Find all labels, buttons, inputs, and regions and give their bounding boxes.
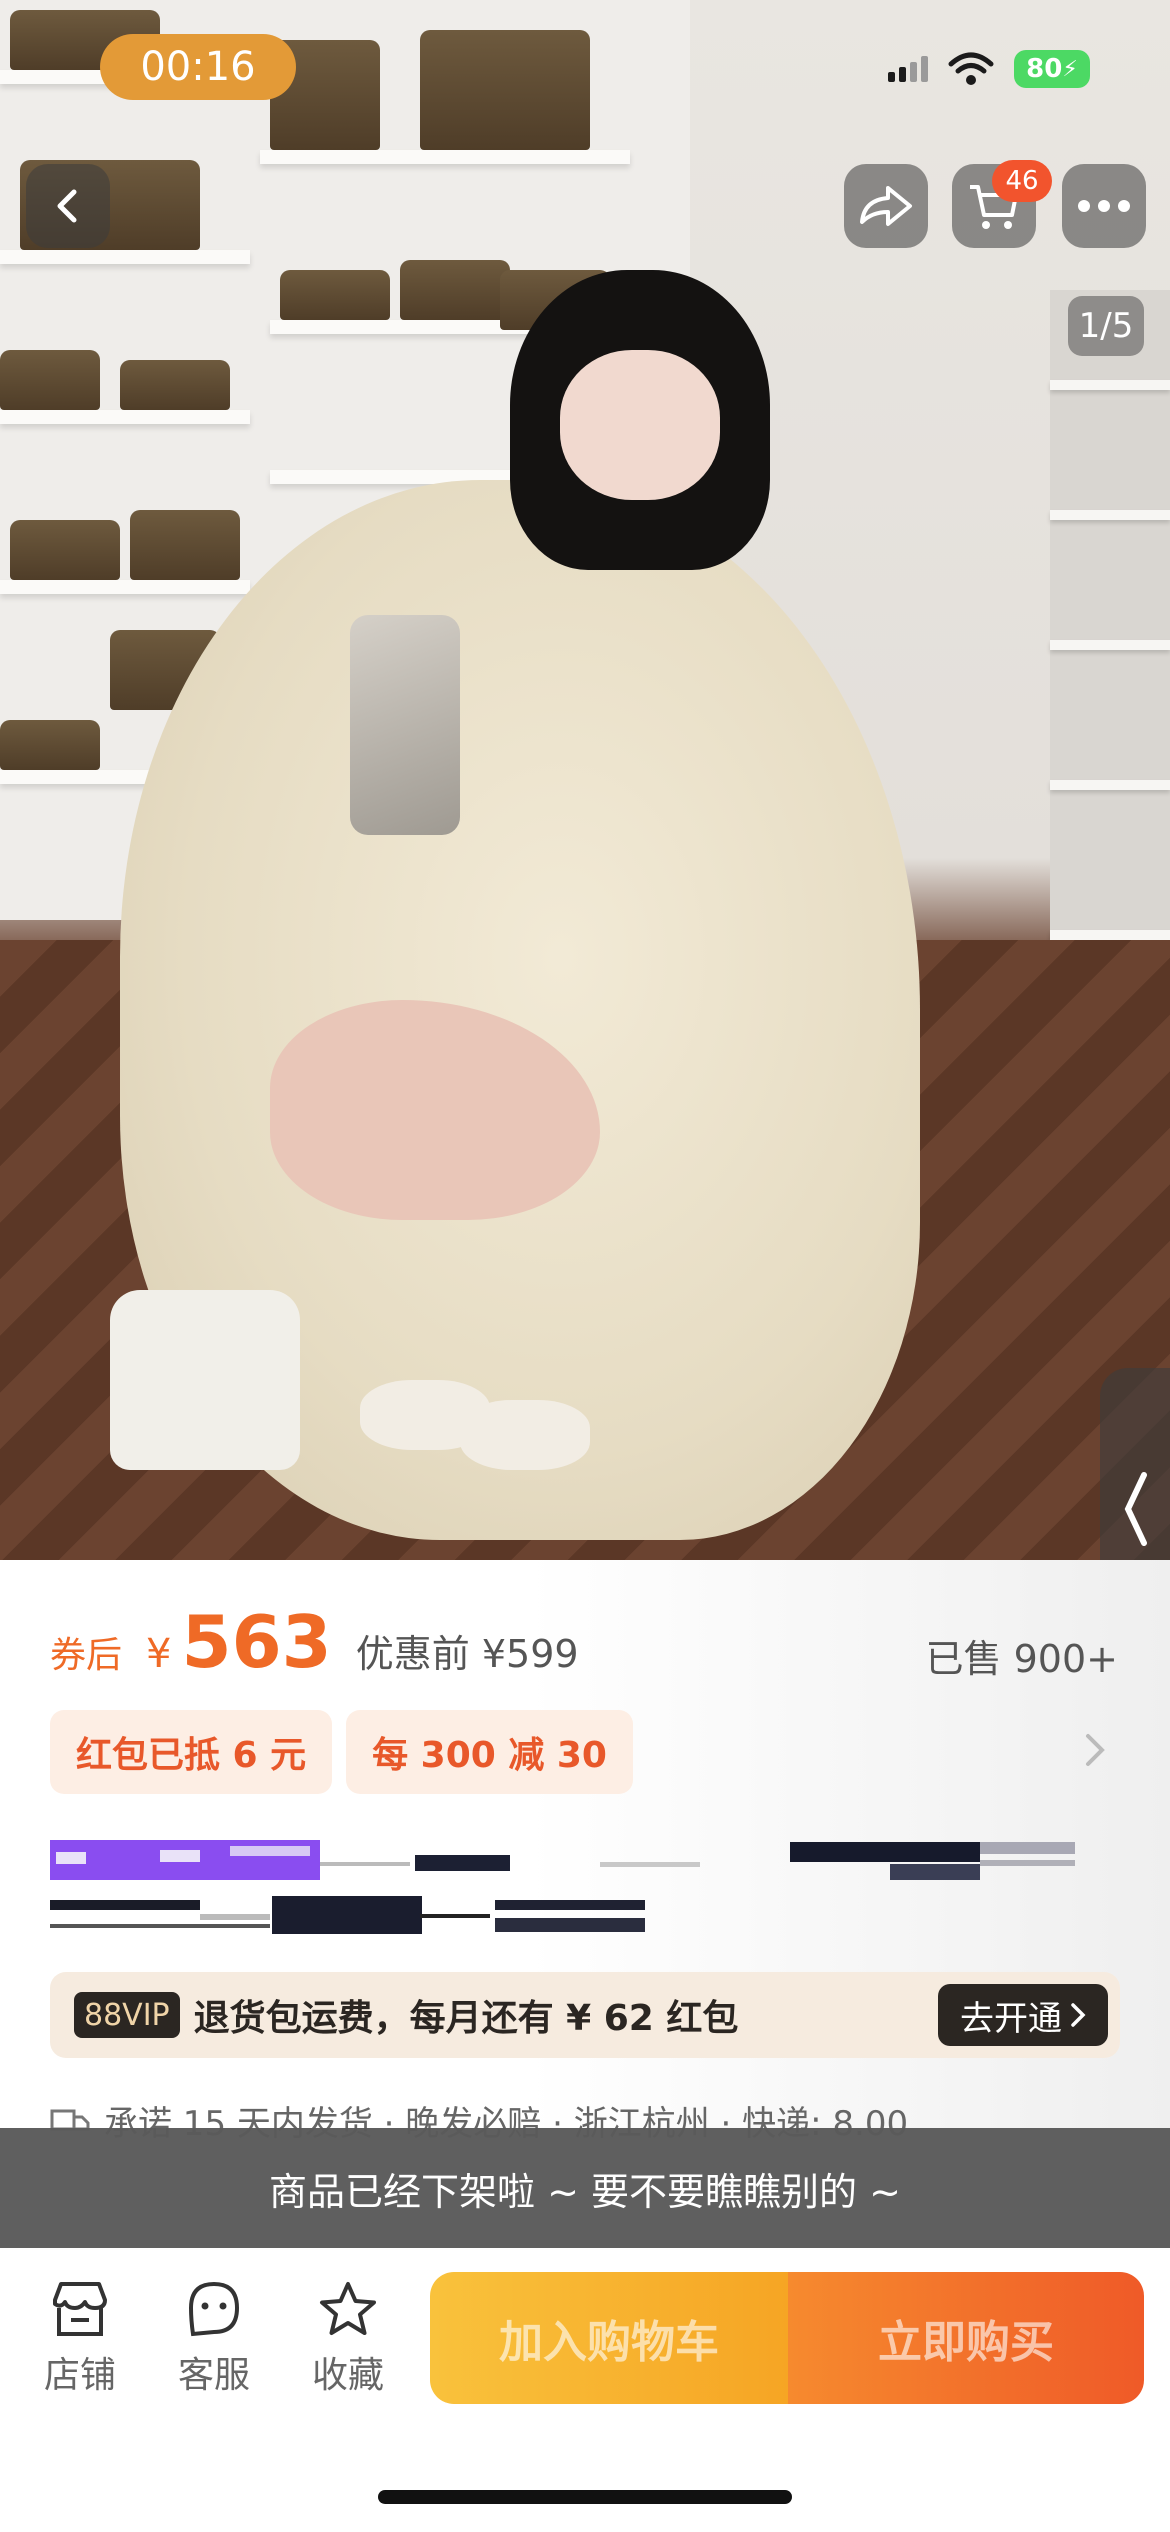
model-face bbox=[560, 350, 720, 500]
service-button[interactable]: 客服 bbox=[164, 2280, 264, 2398]
shop-button[interactable]: 店铺 bbox=[30, 2280, 130, 2398]
add-to-cart-button[interactable]: 加入购物车 bbox=[430, 2272, 788, 2404]
vip-banner[interactable]: 88VIP 退货包运费，每月还有 ¥ 62 红包 去开通 bbox=[50, 1972, 1120, 2058]
vip-open-button[interactable]: 去开通 bbox=[938, 1984, 1108, 2046]
share-icon bbox=[860, 186, 912, 226]
chevron-left-icon bbox=[57, 189, 77, 223]
cart-button[interactable]: 46 bbox=[952, 160, 1052, 248]
recording-timer: 00:16 bbox=[100, 34, 296, 100]
wifi-icon bbox=[948, 52, 994, 85]
signal-icon bbox=[888, 56, 928, 82]
price-value: 563 bbox=[181, 1600, 332, 1684]
vip-text: 退货包运费，每月还有 ¥ 62 红包 bbox=[193, 1998, 739, 2039]
buy-now-label: 立即购买 bbox=[878, 2317, 1054, 2368]
image-counter: 1/5 bbox=[1068, 296, 1144, 356]
toast-text: 商品已经下架啦 ~ 要不要瞧瞧别的 ~ bbox=[269, 2169, 901, 2214]
mirror-phone bbox=[350, 615, 460, 835]
service-label: 客服 bbox=[177, 2355, 250, 2396]
timer-text: 00:16 bbox=[140, 44, 256, 90]
share-button[interactable] bbox=[844, 164, 928, 248]
back-button[interactable] bbox=[26, 164, 110, 248]
coupon-list[interactable]: 红包已抵 6 元 每 300 减 30 bbox=[50, 1710, 633, 1794]
chevron-left-icon bbox=[1124, 1472, 1147, 1546]
store-icon bbox=[53, 2282, 107, 2336]
vip-open-label: 去开通 bbox=[960, 1998, 1062, 2039]
chevron-right-icon bbox=[1071, 2003, 1086, 2027]
add-to-cart-label: 加入购物车 bbox=[499, 2317, 719, 2368]
after-coupon-label: 券后 bbox=[50, 1635, 123, 1676]
favorite-label: 收藏 bbox=[311, 2355, 384, 2396]
customer-service-icon bbox=[188, 2281, 240, 2337]
price-row: 券后 ¥ 563 优惠前 ¥599 bbox=[50, 1600, 579, 1684]
sold-count: 已售 900+ bbox=[925, 1637, 1118, 1681]
star-icon bbox=[320, 2282, 376, 2335]
coupon-redpacket[interactable]: 红包已抵 6 元 bbox=[50, 1710, 333, 1794]
more-button[interactable] bbox=[1062, 164, 1146, 248]
status-icons: 80 ⚡ bbox=[888, 50, 1090, 88]
shop-label: 店铺 bbox=[43, 2355, 116, 2396]
shoe-right bbox=[460, 1400, 590, 1470]
home-indicator[interactable] bbox=[378, 2490, 792, 2504]
white-handbag bbox=[110, 1290, 300, 1470]
currency-symbol: ¥ bbox=[146, 1631, 172, 1677]
buy-now-button[interactable]: 立即购买 bbox=[788, 2272, 1144, 2404]
battery-icon: 80 ⚡ bbox=[1014, 50, 1090, 88]
favorite-button[interactable]: 收藏 bbox=[298, 2280, 398, 2398]
original-price: 优惠前 ¥599 bbox=[355, 1632, 579, 1676]
cart-count-badge: 46 bbox=[992, 160, 1052, 202]
chevron-right-icon[interactable] bbox=[1084, 1730, 1108, 1770]
vip-badge: 88VIP bbox=[74, 1992, 180, 2038]
delisted-toast: 商品已经下架啦 ~ 要不要瞧瞧别的 ~ bbox=[0, 2128, 1170, 2248]
more-icon bbox=[1078, 200, 1130, 212]
coupon-discount[interactable]: 每 300 减 30 bbox=[346, 1710, 633, 1794]
battery-level: 80 bbox=[1026, 54, 1063, 84]
